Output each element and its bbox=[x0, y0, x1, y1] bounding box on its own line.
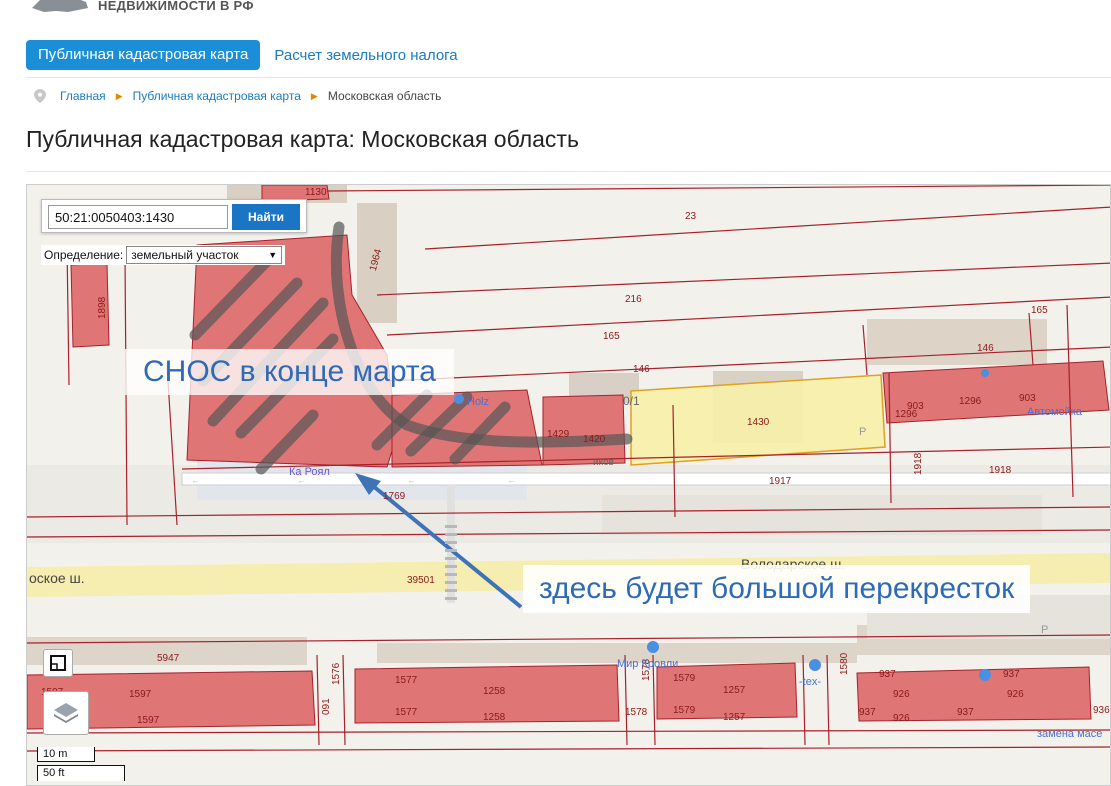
parcel-label: 1577 bbox=[395, 707, 418, 718]
parcel-label: 926 bbox=[1007, 689, 1024, 700]
parking-label: P bbox=[859, 426, 866, 438]
parcel-label: 1580 bbox=[839, 652, 850, 675]
parcel-label: 1918 bbox=[913, 452, 924, 475]
title-divider bbox=[26, 171, 1111, 172]
cadastral-map[interactable]: 1130 23 1964 1898 216 165 165 146 146 12… bbox=[26, 184, 1111, 786]
scale-meters: 10 m bbox=[37, 747, 95, 762]
parcel-label: 1898 bbox=[97, 296, 108, 319]
breadcrumb-section[interactable]: Публичная кадастровая карта bbox=[133, 89, 301, 103]
parcel-label: 903 bbox=[1019, 393, 1036, 404]
ruler-icon bbox=[50, 655, 66, 671]
breadcrumb: Главная ▶ Публичная кадастровая карта ▶ … bbox=[34, 89, 441, 103]
parcel-label: 1130 bbox=[305, 187, 327, 198]
parcel-label: 1420 bbox=[583, 434, 606, 445]
parcel-label: 937 bbox=[859, 707, 876, 718]
site-header: НЕДВИЖИМОСТИ В РФ bbox=[0, 0, 1111, 30]
parcel-label: 1578 bbox=[625, 707, 648, 718]
poi-label: -tex- bbox=[799, 676, 821, 688]
parcel-label: 1577 bbox=[395, 675, 418, 686]
parcel-label: 1576 bbox=[331, 662, 342, 685]
parcel-label: 1296 bbox=[959, 396, 982, 407]
parcel-label: 903 bbox=[907, 401, 924, 412]
cadastral-search-box: Найти bbox=[41, 199, 307, 233]
parcel-label: 1597 bbox=[129, 689, 152, 700]
layers-button[interactable] bbox=[43, 691, 89, 735]
parcel-label: 1769 bbox=[383, 491, 406, 502]
find-button[interactable]: Найти bbox=[232, 204, 300, 230]
parcel-label: 146 bbox=[977, 343, 994, 354]
parking-label: P bbox=[1041, 624, 1048, 636]
parcel-label: 937 bbox=[957, 707, 974, 718]
parcel-label: 39501 bbox=[407, 575, 435, 586]
svg-text:←: ← bbox=[191, 475, 200, 485]
annotation-demolition: СНОС в конце марта bbox=[125, 349, 454, 395]
tab-cadastral-map[interactable]: Публичная кадастровая карта bbox=[26, 40, 261, 70]
parcel-label: 091 bbox=[321, 698, 332, 715]
parcel-label: 216 bbox=[625, 294, 642, 305]
map-canvas[interactable]: 1130 23 1964 1898 216 165 165 146 146 12… bbox=[27, 185, 1111, 786]
definition-row: Определение: земельный участок ▼ bbox=[41, 245, 286, 265]
parcel-label: 165 bbox=[1031, 305, 1048, 316]
svg-text:←: ← bbox=[407, 475, 416, 485]
svg-text:←: ← bbox=[507, 475, 516, 485]
russia-map-icon[interactable] bbox=[30, 0, 90, 16]
shop-pin-icon[interactable] bbox=[979, 669, 991, 681]
site-title: НЕДВИЖИМОСТИ В РФ bbox=[98, 0, 254, 13]
nav-divider bbox=[26, 77, 1111, 78]
parcel-label: 1579 bbox=[673, 673, 696, 684]
poi-pin-icon[interactable] bbox=[454, 394, 464, 404]
poi-label: Holz bbox=[467, 396, 489, 408]
poi-label: Мир Кровли bbox=[617, 658, 678, 670]
definition-select[interactable]: земельный участок ▼ bbox=[126, 246, 283, 264]
layers-icon bbox=[54, 703, 78, 723]
tab-land-tax[interactable]: Расчет земельного налога bbox=[274, 47, 457, 64]
parcel-label: 1918 bbox=[989, 465, 1012, 476]
parcel-label: 937 bbox=[879, 669, 896, 680]
parcel-label: 1429 bbox=[547, 429, 570, 440]
parcel-label: 1597 bbox=[137, 715, 160, 726]
parcel-label: 937 bbox=[1003, 669, 1020, 680]
poi-label: Автомойка bbox=[1027, 406, 1083, 418]
shop-pin-icon[interactable] bbox=[647, 641, 659, 653]
poi-pin-icon[interactable] bbox=[981, 369, 989, 377]
chevron-right-icon: ▶ bbox=[310, 90, 318, 101]
parcel-label: 1430 bbox=[747, 417, 770, 428]
definition-label: Определение: bbox=[44, 248, 124, 262]
annotation-intersection: здесь будет большой перекресток bbox=[523, 565, 1031, 613]
page-title: Публичная кадастровая карта: Московская … bbox=[26, 126, 579, 152]
poi-label: Ка Роял bbox=[289, 466, 330, 478]
ruler-button[interactable] bbox=[43, 649, 73, 677]
parcel-label: 1258 bbox=[483, 686, 506, 697]
poi-label: замена масе bbox=[1037, 728, 1102, 740]
parcel-label: 165 bbox=[603, 331, 620, 342]
svg-text:←: ← bbox=[297, 475, 306, 485]
definition-value: земельный участок bbox=[131, 248, 239, 262]
cadastral-number-input[interactable] bbox=[48, 205, 228, 229]
breadcrumb-home[interactable]: Главная bbox=[60, 89, 106, 103]
parcel-label: 0/1 bbox=[623, 394, 640, 408]
parcel-label: 1257 bbox=[723, 685, 746, 696]
parcel-label: 146 bbox=[633, 364, 650, 375]
scale-feet: 50 ft bbox=[37, 765, 125, 781]
parcel-label: 926 bbox=[893, 713, 910, 724]
parcel-label: 1258 bbox=[483, 712, 506, 723]
parcel-label: 936 bbox=[1093, 705, 1110, 716]
parcel-label: 926 bbox=[893, 689, 910, 700]
parcel-label: 23 bbox=[685, 211, 697, 222]
location-pin-icon bbox=[34, 89, 46, 103]
shop-pin-icon[interactable] bbox=[809, 659, 821, 671]
chevron-right-icon: ▶ bbox=[115, 90, 123, 101]
parcel-label: 1579 bbox=[673, 705, 696, 716]
main-nav: Публичная кадастровая карта Расчет земел… bbox=[26, 40, 458, 70]
chevron-down-icon: ▼ bbox=[268, 250, 278, 260]
poi-label: иков bbox=[593, 457, 614, 468]
breadcrumb-current: Московская область bbox=[327, 89, 442, 103]
parcel-label: 1917 bbox=[769, 476, 792, 487]
parcel-label: 1257 bbox=[723, 712, 746, 723]
parcel-label: 5947 bbox=[157, 653, 180, 664]
road-label: оское ш. bbox=[29, 570, 85, 586]
